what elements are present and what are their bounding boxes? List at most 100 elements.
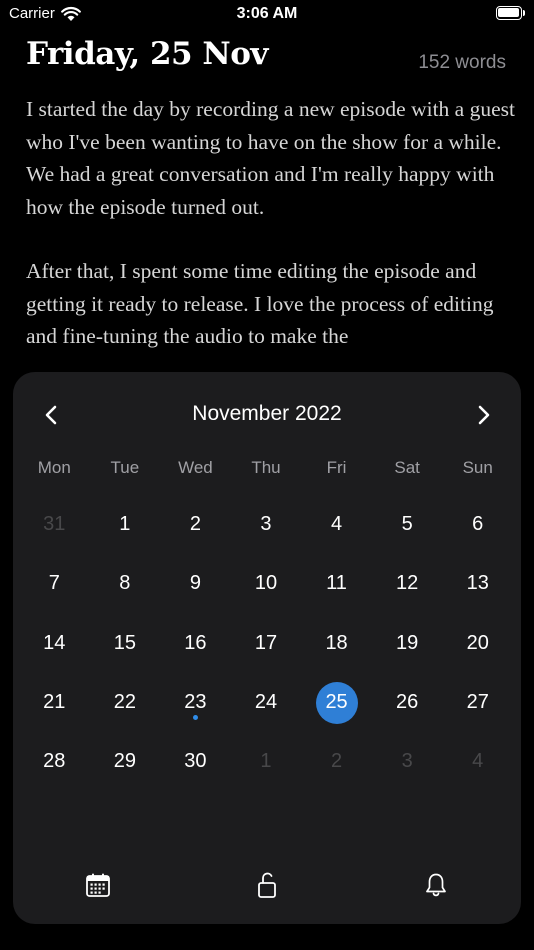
day-number: 10 [254,572,278,595]
calendar-day[interactable]: 4 [301,495,372,554]
entry-text[interactable]: I started the day by recording a new epi… [26,93,516,385]
next-month-button[interactable] [469,400,499,430]
day-number: 3 [260,513,272,536]
calendar-day[interactable]: 18 [301,614,372,673]
reminder-button[interactable] [419,868,453,902]
entry-date-title: Friday, 25 Nov [26,36,268,72]
calendar-day-grid: 31 1 2 3 4 5 6 7 8 9 10 11 12 13 14 15 16 17 18 19 20 21 22 23 2… [19,495,513,791]
calendar-day[interactable]: 1 [90,495,161,554]
calendar-day[interactable]: 28 [19,732,90,791]
day-number: 31 [43,513,66,536]
bottom-toolbar [13,864,521,904]
day-number: 2 [331,750,343,773]
day-number: 30 [184,750,207,773]
calendar-day[interactable]: 9 [160,554,231,613]
day-number: 27 [466,691,489,714]
entry-indicator-dot [192,715,198,721]
calendar-day[interactable]: 16 [160,614,231,673]
unlock-icon [258,872,276,898]
day-number: 29 [113,750,136,773]
status-time: 3:06 AM [236,5,298,22]
calendar-day[interactable]: 27 [442,673,513,732]
calendar-day[interactable]: 11 [301,554,372,613]
calendar-day-selected[interactable]: 25 [301,673,372,732]
day-number: 4 [472,750,484,773]
calendar-day[interactable]: 2 [301,732,372,791]
day-number: 24 [254,691,278,714]
weekday-label: Sat [394,458,420,477]
lock-button[interactable] [250,868,284,902]
calendar-day[interactable]: 30 [160,732,231,791]
calendar-day[interactable]: 1 [231,732,302,791]
day-number: 15 [113,631,136,654]
weekday-label: Mon [37,458,71,477]
day-number: 16 [184,631,207,654]
weekday-label: Fri [326,458,347,477]
day-number: 20 [466,631,489,654]
day-number: 26 [396,691,419,714]
calendar-day[interactable]: 21 [19,673,90,732]
day-number: 2 [189,513,201,536]
day-number: 8 [119,572,131,595]
day-number: 25 [325,691,348,714]
calendar-day[interactable]: 29 [90,732,161,791]
day-number: 28 [43,750,66,773]
word-count: 152 words [418,52,506,73]
weekday-label: Sun [462,458,493,477]
calendar-day[interactable]: 10 [231,554,302,613]
calendar-button[interactable] [81,868,115,902]
calendar-day[interactable]: 23 [160,673,231,732]
chevron-right-icon [478,405,490,425]
calendar-day[interactable]: 22 [90,673,161,732]
calendar-day[interactable]: 4 [442,732,513,791]
entry-paragraph: I started the day by recording a new epi… [26,97,515,219]
calendar-day[interactable]: 19 [372,614,443,673]
day-number: 7 [48,572,60,595]
weekday-label: Tue [110,458,140,477]
calendar-icon [86,873,110,897]
calendar-day[interactable]: 14 [19,614,90,673]
calendar-day[interactable]: 5 [372,495,443,554]
day-number: 9 [189,572,201,595]
weekday-label: Thu [251,458,281,477]
calendar-sheet: November 2022 Mon Tue Wed Thu Fri Sat Sun 31 1 2… [13,372,521,924]
day-number: 23 [184,691,207,714]
day-number: 6 [472,513,484,536]
status-bar: Carrier 3:06 AM [0,0,534,30]
day-number: 18 [325,631,348,654]
day-number: 21 [43,691,66,714]
day-number: 22 [113,691,136,714]
calendar-header: November 2022 [13,396,521,432]
month-title: November 2022 [192,402,342,425]
day-number: 19 [396,631,419,654]
weekday-header-row: Mon Tue Wed Thu Fri Sat Sun [19,458,513,478]
day-number: 17 [254,631,278,654]
day-number: 11 [326,572,347,595]
calendar-day[interactable]: 3 [372,732,443,791]
day-number: 1 [119,513,131,536]
day-number: 1 [260,750,272,773]
calendar-day[interactable]: 12 [372,554,443,613]
calendar-day[interactable]: 6 [442,495,513,554]
calendar-day[interactable]: 15 [90,614,161,673]
calendar-day[interactable]: 17 [231,614,302,673]
day-number: 14 [43,631,66,654]
calendar-day[interactable]: 24 [231,673,302,732]
calendar-day[interactable]: 20 [442,614,513,673]
day-number: 13 [466,572,489,595]
calendar-day[interactable]: 31 [19,495,90,554]
entry-paragraph: After that, I spent some time editing th… [26,259,494,348]
day-number: 5 [401,513,413,536]
calendar-day[interactable]: 26 [372,673,443,732]
battery-icon [496,6,525,20]
calendar-day[interactable]: 8 [90,554,161,613]
weekday-label: Wed [178,458,213,477]
calendar-day[interactable]: 13 [442,554,513,613]
day-number: 4 [331,513,343,536]
calendar-day[interactable]: 7 [19,554,90,613]
bell-icon [426,873,446,897]
calendar-day[interactable]: 3 [231,495,302,554]
calendar-day[interactable]: 2 [160,495,231,554]
day-number: 12 [396,572,419,595]
day-number: 3 [401,750,413,773]
